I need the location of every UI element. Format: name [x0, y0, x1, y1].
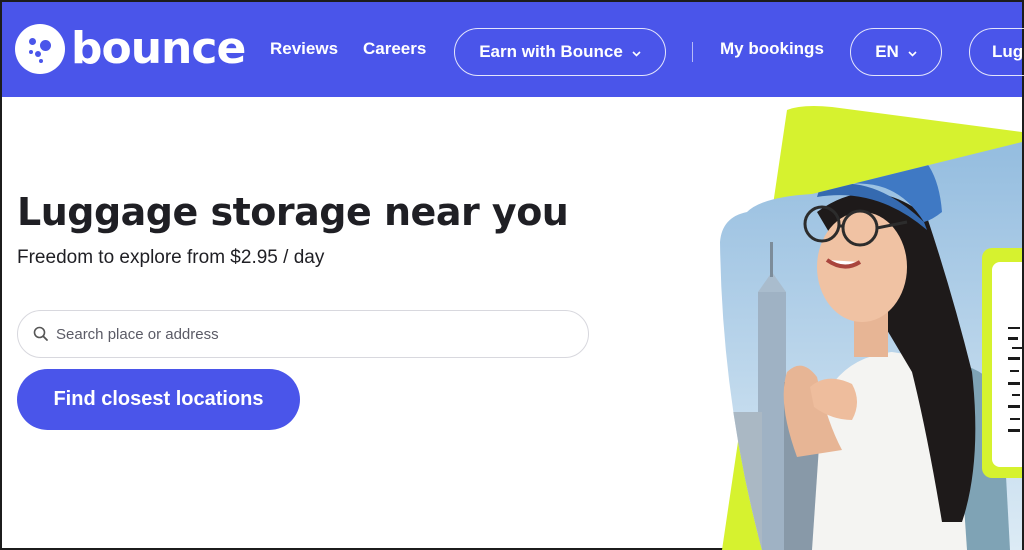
brand-name: bounce: [71, 23, 246, 74]
nav-my-bookings-link[interactable]: My bookings: [720, 40, 824, 57]
chevron-down-icon: [908, 42, 917, 62]
language-selector[interactable]: EN: [850, 28, 942, 76]
search-icon: [32, 325, 50, 343]
luggage-storage-label: Lug: [992, 42, 1024, 61]
page-subtitle: Freedom to explore from $2.95 / day: [17, 247, 325, 268]
luggage-storage-nav-button[interactable]: Lug: [969, 28, 1024, 76]
nav-careers-link[interactable]: Careers: [363, 40, 426, 57]
page-title: Luggage storage near you: [17, 190, 569, 234]
nav-reviews-link[interactable]: Reviews: [270, 40, 338, 57]
search-box[interactable]: [17, 310, 589, 358]
bounce-logo[interactable]: bounce: [15, 23, 246, 74]
find-closest-locations-button[interactable]: Find closest locations: [17, 369, 300, 430]
top-nav-bar: bounce Reviews Careers Earn with Bounce …: [2, 2, 1024, 97]
bounce-logo-icon: [15, 24, 65, 74]
earn-with-bounce-label: Earn with Bounce: [479, 42, 623, 61]
language-label: EN: [875, 42, 899, 61]
nav-divider: [692, 42, 693, 62]
chevron-down-icon: [632, 42, 641, 62]
earn-with-bounce-dropdown[interactable]: Earn with Bounce: [454, 28, 666, 76]
search-input[interactable]: [56, 325, 556, 343]
hero-illustration: [692, 102, 1022, 550]
